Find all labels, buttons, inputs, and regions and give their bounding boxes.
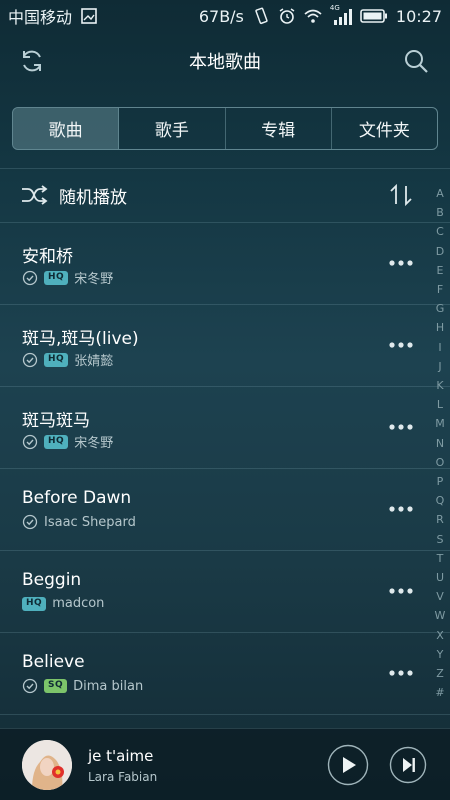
tab-folders[interactable]: 文件夹: [332, 108, 437, 149]
tab-songs[interactable]: 歌曲: [13, 108, 120, 149]
song-artist: 宋冬野: [74, 272, 114, 287]
now-playing-bar[interactable]: je t'aime Lara Fabian: [0, 728, 450, 800]
song-artist: Dima bilan: [73, 678, 144, 694]
more-options-icon[interactable]: [388, 669, 414, 677]
network-type: 4G: [329, 4, 340, 12]
index-letter[interactable]: U: [436, 568, 444, 587]
index-letter[interactable]: Z: [436, 664, 444, 683]
index-letter[interactable]: O: [436, 453, 445, 472]
song-row[interactable]: Believe SQ Dima bilan: [0, 633, 430, 713]
song-row[interactable]: 斑马,斑马(live) HQ 张婧懿: [0, 305, 430, 385]
app-header: 本地歌曲: [0, 38, 450, 84]
battery-icon: [360, 9, 387, 23]
more-options-icon[interactable]: [388, 423, 414, 431]
now-playing-title: je t'aime: [88, 747, 154, 765]
divider: [0, 168, 450, 169]
index-letter[interactable]: R: [436, 510, 444, 529]
index-letter[interactable]: I: [438, 338, 441, 357]
search-icon[interactable]: [402, 47, 430, 75]
clock: 10:27: [395, 6, 442, 26]
play-button[interactable]: [327, 744, 369, 786]
signal-icon: 4G: [329, 4, 352, 25]
next-track-button[interactable]: [389, 746, 427, 784]
sort-icon[interactable]: [388, 182, 414, 208]
quality-badge: SQ: [44, 679, 68, 693]
index-letter[interactable]: S: [437, 530, 444, 549]
quality-badge: HQ: [44, 270, 69, 285]
index-letter[interactable]: D: [436, 242, 444, 261]
index-letter[interactable]: Q: [436, 491, 445, 510]
index-letter[interactable]: C: [436, 222, 444, 241]
quality-badge: HQ: [44, 434, 69, 449]
shuffle-label: 随机播放: [59, 188, 127, 208]
more-options-icon[interactable]: [388, 341, 414, 349]
status-bar: 中国移动 67B/s 4G 10:27: [0, 0, 450, 32]
index-letter[interactable]: H: [436, 318, 444, 337]
song-title: 斑马斑马: [22, 411, 90, 431]
index-letter[interactable]: F: [437, 280, 443, 299]
shuffle-play-row[interactable]: 随机播放: [0, 170, 430, 220]
page-title: 本地歌曲: [189, 52, 261, 73]
alarm-icon: [279, 8, 295, 24]
song-artist: 张婧懿: [74, 354, 114, 369]
downloaded-check-icon: [22, 352, 38, 367]
song-row[interactable]: 斑马斑马 HQ 宋冬野: [0, 387, 430, 467]
shuffle-icon: [22, 185, 48, 205]
vibrate-icon: [255, 7, 268, 25]
index-letter[interactable]: E: [437, 261, 444, 280]
index-letter[interactable]: X: [436, 626, 444, 645]
divider: [0, 714, 450, 715]
refresh-icon[interactable]: [18, 47, 46, 75]
index-letter[interactable]: T: [437, 549, 444, 568]
song-row[interactable]: 安和桥 HQ 宋冬野: [0, 223, 430, 303]
index-letter[interactable]: Y: [437, 645, 444, 664]
index-letter[interactable]: J: [438, 357, 441, 376]
downloaded-check-icon: [22, 270, 38, 285]
tab-albums[interactable]: 专辑: [226, 108, 332, 149]
song-row[interactable]: Beggin HQ madcon: [0, 551, 430, 631]
index-letter[interactable]: B: [436, 203, 444, 222]
index-letter[interactable]: V: [436, 587, 444, 606]
song-artist: madcon: [52, 596, 105, 611]
tab-artists[interactable]: 歌手: [119, 108, 226, 149]
alphabet-index[interactable]: A B C D E F G H I J K L M N O P Q R S T U V W X Y Z #: [432, 184, 448, 702]
index-letter[interactable]: N: [436, 434, 444, 453]
song-artist: Isaac Shepard: [44, 514, 136, 530]
more-options-icon[interactable]: [388, 587, 414, 595]
index-letter[interactable]: K: [436, 376, 443, 395]
song-title: 安和桥: [22, 247, 73, 267]
now-playing-artist: Lara Fabian: [88, 770, 158, 784]
downloaded-check-icon: [22, 678, 38, 694]
song-title: Before Dawn: [22, 488, 132, 508]
more-options-icon[interactable]: [388, 259, 414, 267]
network-speed: 67B/s: [198, 6, 244, 26]
song-artist: 宋冬野: [74, 436, 114, 451]
screenshot-icon: [81, 8, 97, 24]
wifi-icon: [304, 9, 322, 23]
index-letter[interactable]: W: [435, 606, 446, 625]
index-letter[interactable]: P: [437, 472, 444, 491]
carrier-name: 中国移动: [8, 8, 73, 27]
song-title: Believe: [22, 652, 85, 672]
index-letter[interactable]: #: [435, 683, 444, 702]
song-title: Beggin: [22, 570, 82, 590]
downloaded-check-icon: [22, 434, 38, 449]
index-letter[interactable]: M: [435, 414, 445, 433]
index-letter[interactable]: G: [436, 299, 445, 318]
quality-badge: HQ: [22, 596, 47, 611]
more-options-icon[interactable]: [388, 505, 414, 513]
song-row[interactable]: Before Dawn Isaac Shepard: [0, 469, 430, 549]
album-art[interactable]: [22, 740, 72, 790]
index-letter[interactable]: A: [436, 184, 444, 203]
category-tabs: 歌曲 歌手 专辑 文件夹: [12, 107, 438, 150]
index-letter[interactable]: L: [437, 395, 443, 414]
song-title: 斑马,斑马(live): [22, 329, 139, 349]
downloaded-check-icon: [22, 514, 38, 530]
quality-badge: HQ: [44, 352, 69, 367]
